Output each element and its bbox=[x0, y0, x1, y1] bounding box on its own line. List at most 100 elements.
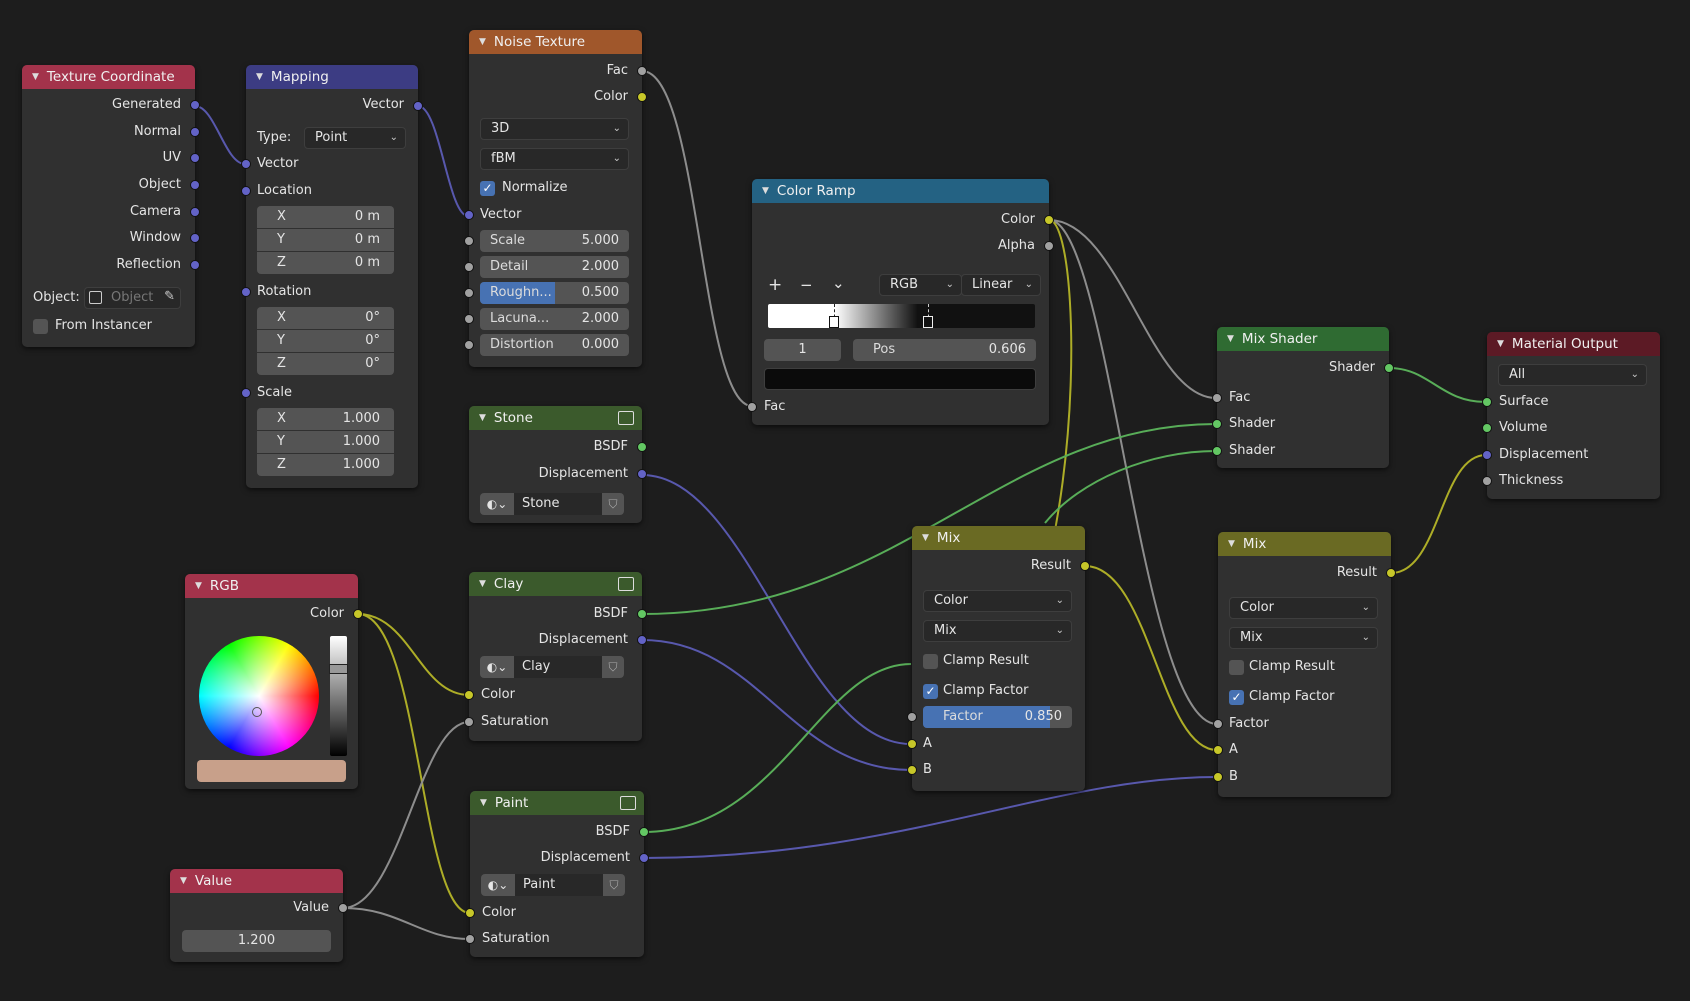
type-dropdown[interactable]: Point ⌄ bbox=[304, 127, 406, 149]
socket-vector[interactable] bbox=[464, 210, 474, 220]
color-swatch[interactable] bbox=[197, 760, 346, 782]
socket-camera[interactable] bbox=[190, 207, 200, 217]
ramp-menu-button[interactable]: ⌄ bbox=[832, 272, 845, 294]
collapse-chevron-icon[interactable]: ▼ bbox=[1497, 339, 1504, 349]
collapse-chevron-icon[interactable]: ▼ bbox=[1228, 539, 1235, 549]
socket-displacement[interactable] bbox=[637, 469, 647, 479]
socket-factor[interactable] bbox=[1213, 719, 1223, 729]
socket-bsdf[interactable] bbox=[637, 609, 647, 619]
socket-fac[interactable] bbox=[637, 66, 647, 76]
socket-distortion[interactable] bbox=[464, 340, 474, 350]
socket-surface[interactable] bbox=[1482, 397, 1492, 407]
distortion-field[interactable]: Distortion 0.000 bbox=[480, 334, 629, 356]
paint-group-node[interactable]: ▼ Paint BSDF Displacement ◐⌄ Paint ⛉ Color … bbox=[465, 791, 649, 957]
node-group-icon[interactable] bbox=[618, 577, 634, 591]
node-header[interactable]: ▼ Texture Coordinate bbox=[22, 65, 195, 89]
mapping-node[interactable]: ▼ Mapping Vector Type: Point ⌄ Vector Loca… bbox=[241, 65, 423, 488]
rotation-z-field[interactable]: Z 0° bbox=[257, 353, 394, 375]
node-group-icon[interactable] bbox=[620, 796, 636, 810]
material-selector[interactable]: ◐⌄ Paint ⛉ bbox=[481, 874, 625, 896]
collapse-chevron-icon[interactable]: ▼ bbox=[762, 186, 769, 196]
node-header[interactable]: ▼ Value bbox=[170, 869, 343, 893]
color-ramp-node[interactable]: ▼ Color Ramp Color Alpha + − ⌄ RGB ⌄ Linea… bbox=[747, 179, 1054, 425]
active-stop-index[interactable]: 1 bbox=[764, 339, 841, 361]
node-header[interactable]: ▼ Paint bbox=[470, 791, 644, 815]
node-header[interactable]: ▼ Clay bbox=[469, 572, 642, 596]
color-ramp-bar[interactable] bbox=[768, 304, 1035, 328]
mix-shader-node[interactable]: ▼ Mix Shader Shader Fac Shader Shader bbox=[1212, 327, 1394, 468]
socket-color-in[interactable] bbox=[464, 690, 474, 700]
socket-fac[interactable] bbox=[1212, 393, 1222, 403]
data-type-dropdown[interactable]: Color ⌄ bbox=[923, 590, 1072, 612]
socket-factor[interactable] bbox=[907, 712, 917, 722]
socket-vector-out[interactable] bbox=[413, 101, 423, 111]
mix-node-2[interactable]: ▼ Mix Result Color ⌄ Mix ⌄ Clamp Result ✓ C… bbox=[1213, 532, 1396, 797]
ramp-stop-1[interactable] bbox=[923, 316, 933, 328]
socket-color-in[interactable] bbox=[465, 908, 475, 918]
socket-reflection[interactable] bbox=[190, 260, 200, 270]
collapse-chevron-icon[interactable]: ▼ bbox=[479, 37, 486, 47]
stop-position-field[interactable]: Pos 0.606 bbox=[853, 339, 1036, 361]
blend-mode-dropdown[interactable]: Mix ⌄ bbox=[1229, 627, 1378, 649]
material-sphere-icon[interactable]: ◐⌄ bbox=[480, 493, 514, 515]
socket-thickness[interactable] bbox=[1482, 476, 1492, 486]
node-header[interactable]: ▼ Noise Texture bbox=[469, 30, 642, 54]
rgb-node[interactable]: ▼ RGB Color bbox=[185, 574, 363, 789]
socket-saturation-in[interactable] bbox=[464, 717, 474, 727]
socket-detail[interactable] bbox=[464, 262, 474, 272]
node-header[interactable]: ▼ Mix Shader bbox=[1217, 327, 1389, 351]
from-instancer-checkbox[interactable] bbox=[33, 319, 48, 334]
node-header[interactable]: ▼ Material Output bbox=[1487, 332, 1660, 356]
noise-type-dropdown[interactable]: fBM ⌄ bbox=[480, 148, 629, 170]
node-header[interactable]: ▼ Color Ramp bbox=[752, 179, 1049, 203]
collapse-chevron-icon[interactable]: ▼ bbox=[256, 72, 263, 82]
material-sphere-icon[interactable]: ◐⌄ bbox=[481, 874, 515, 896]
value-node[interactable]: ▼ Value Value 1.200 bbox=[170, 869, 348, 962]
socket-lacunarity[interactable] bbox=[464, 314, 474, 324]
socket-fac-in[interactable] bbox=[747, 402, 757, 412]
scale-x-field[interactable]: X 1.000 bbox=[257, 408, 394, 430]
fake-user-shield-icon[interactable]: ⛉ bbox=[602, 493, 624, 515]
clamp-factor-checkbox[interactable]: ✓ bbox=[923, 684, 938, 699]
socket-object[interactable] bbox=[190, 180, 200, 190]
data-type-dropdown[interactable]: Color ⌄ bbox=[1229, 597, 1378, 619]
collapse-chevron-icon[interactable]: ▼ bbox=[180, 876, 187, 886]
collapse-chevron-icon[interactable]: ▼ bbox=[922, 533, 929, 543]
node-header[interactable]: ▼ Mix bbox=[1218, 532, 1391, 556]
scale-z-field[interactable]: Z 1.000 bbox=[257, 454, 394, 476]
socket-location[interactable] bbox=[241, 186, 251, 196]
node-header[interactable]: ▼ Stone bbox=[469, 406, 642, 430]
collapse-chevron-icon[interactable]: ▼ bbox=[195, 581, 202, 591]
fake-user-shield-icon[interactable]: ⛉ bbox=[602, 656, 624, 678]
socket-shader-1[interactable] bbox=[1212, 419, 1222, 429]
dimensions-dropdown[interactable]: 3D ⌄ bbox=[480, 118, 629, 140]
stone-group-node[interactable]: ▼ Stone BSDF Displacement ◐⌄ Stone ⛉ bbox=[469, 406, 647, 523]
target-dropdown[interactable]: All ⌄ bbox=[1498, 364, 1647, 386]
socket-uv[interactable] bbox=[190, 153, 200, 163]
remove-stop-button[interactable]: − bbox=[800, 274, 813, 296]
socket-saturation-in[interactable] bbox=[465, 934, 475, 944]
socket-generated[interactable] bbox=[190, 100, 200, 110]
material-output-node[interactable]: ▼ Material Output All ⌄ Surface Volume Dis… bbox=[1482, 332, 1660, 499]
collapse-chevron-icon[interactable]: ▼ bbox=[479, 413, 486, 423]
scale-y-field[interactable]: Y 1.000 bbox=[257, 431, 394, 453]
rotation-y-field[interactable]: Y 0° bbox=[257, 330, 394, 352]
location-z-field[interactable]: Z0 m bbox=[257, 252, 394, 274]
lacunarity-field[interactable]: Lacuna... 2.000 bbox=[480, 308, 629, 330]
clay-group-node[interactable]: ▼ Clay BSDF Displacement ◐⌄ Clay ⛉ Color Sa… bbox=[464, 572, 647, 741]
color-wheel[interactable] bbox=[199, 636, 319, 756]
node-header[interactable]: ▼ Mix bbox=[912, 526, 1085, 550]
socket-result[interactable] bbox=[1386, 568, 1396, 578]
node-group-icon[interactable] bbox=[618, 411, 634, 425]
socket-rotation[interactable] bbox=[241, 287, 251, 297]
blend-mode-dropdown[interactable]: Mix ⌄ bbox=[923, 620, 1072, 642]
socket-color[interactable] bbox=[1044, 215, 1054, 225]
rotation-x-field[interactable]: X 0° bbox=[257, 307, 394, 329]
clamp-result-checkbox[interactable] bbox=[923, 654, 938, 669]
socket-window[interactable] bbox=[190, 233, 200, 243]
node-header[interactable]: ▼ Mapping bbox=[246, 65, 418, 89]
ramp-stop-0[interactable] bbox=[829, 316, 839, 328]
socket-a[interactable] bbox=[907, 739, 917, 749]
socket-scale[interactable] bbox=[464, 236, 474, 246]
object-picker[interactable]: Object ✎ bbox=[84, 287, 181, 309]
